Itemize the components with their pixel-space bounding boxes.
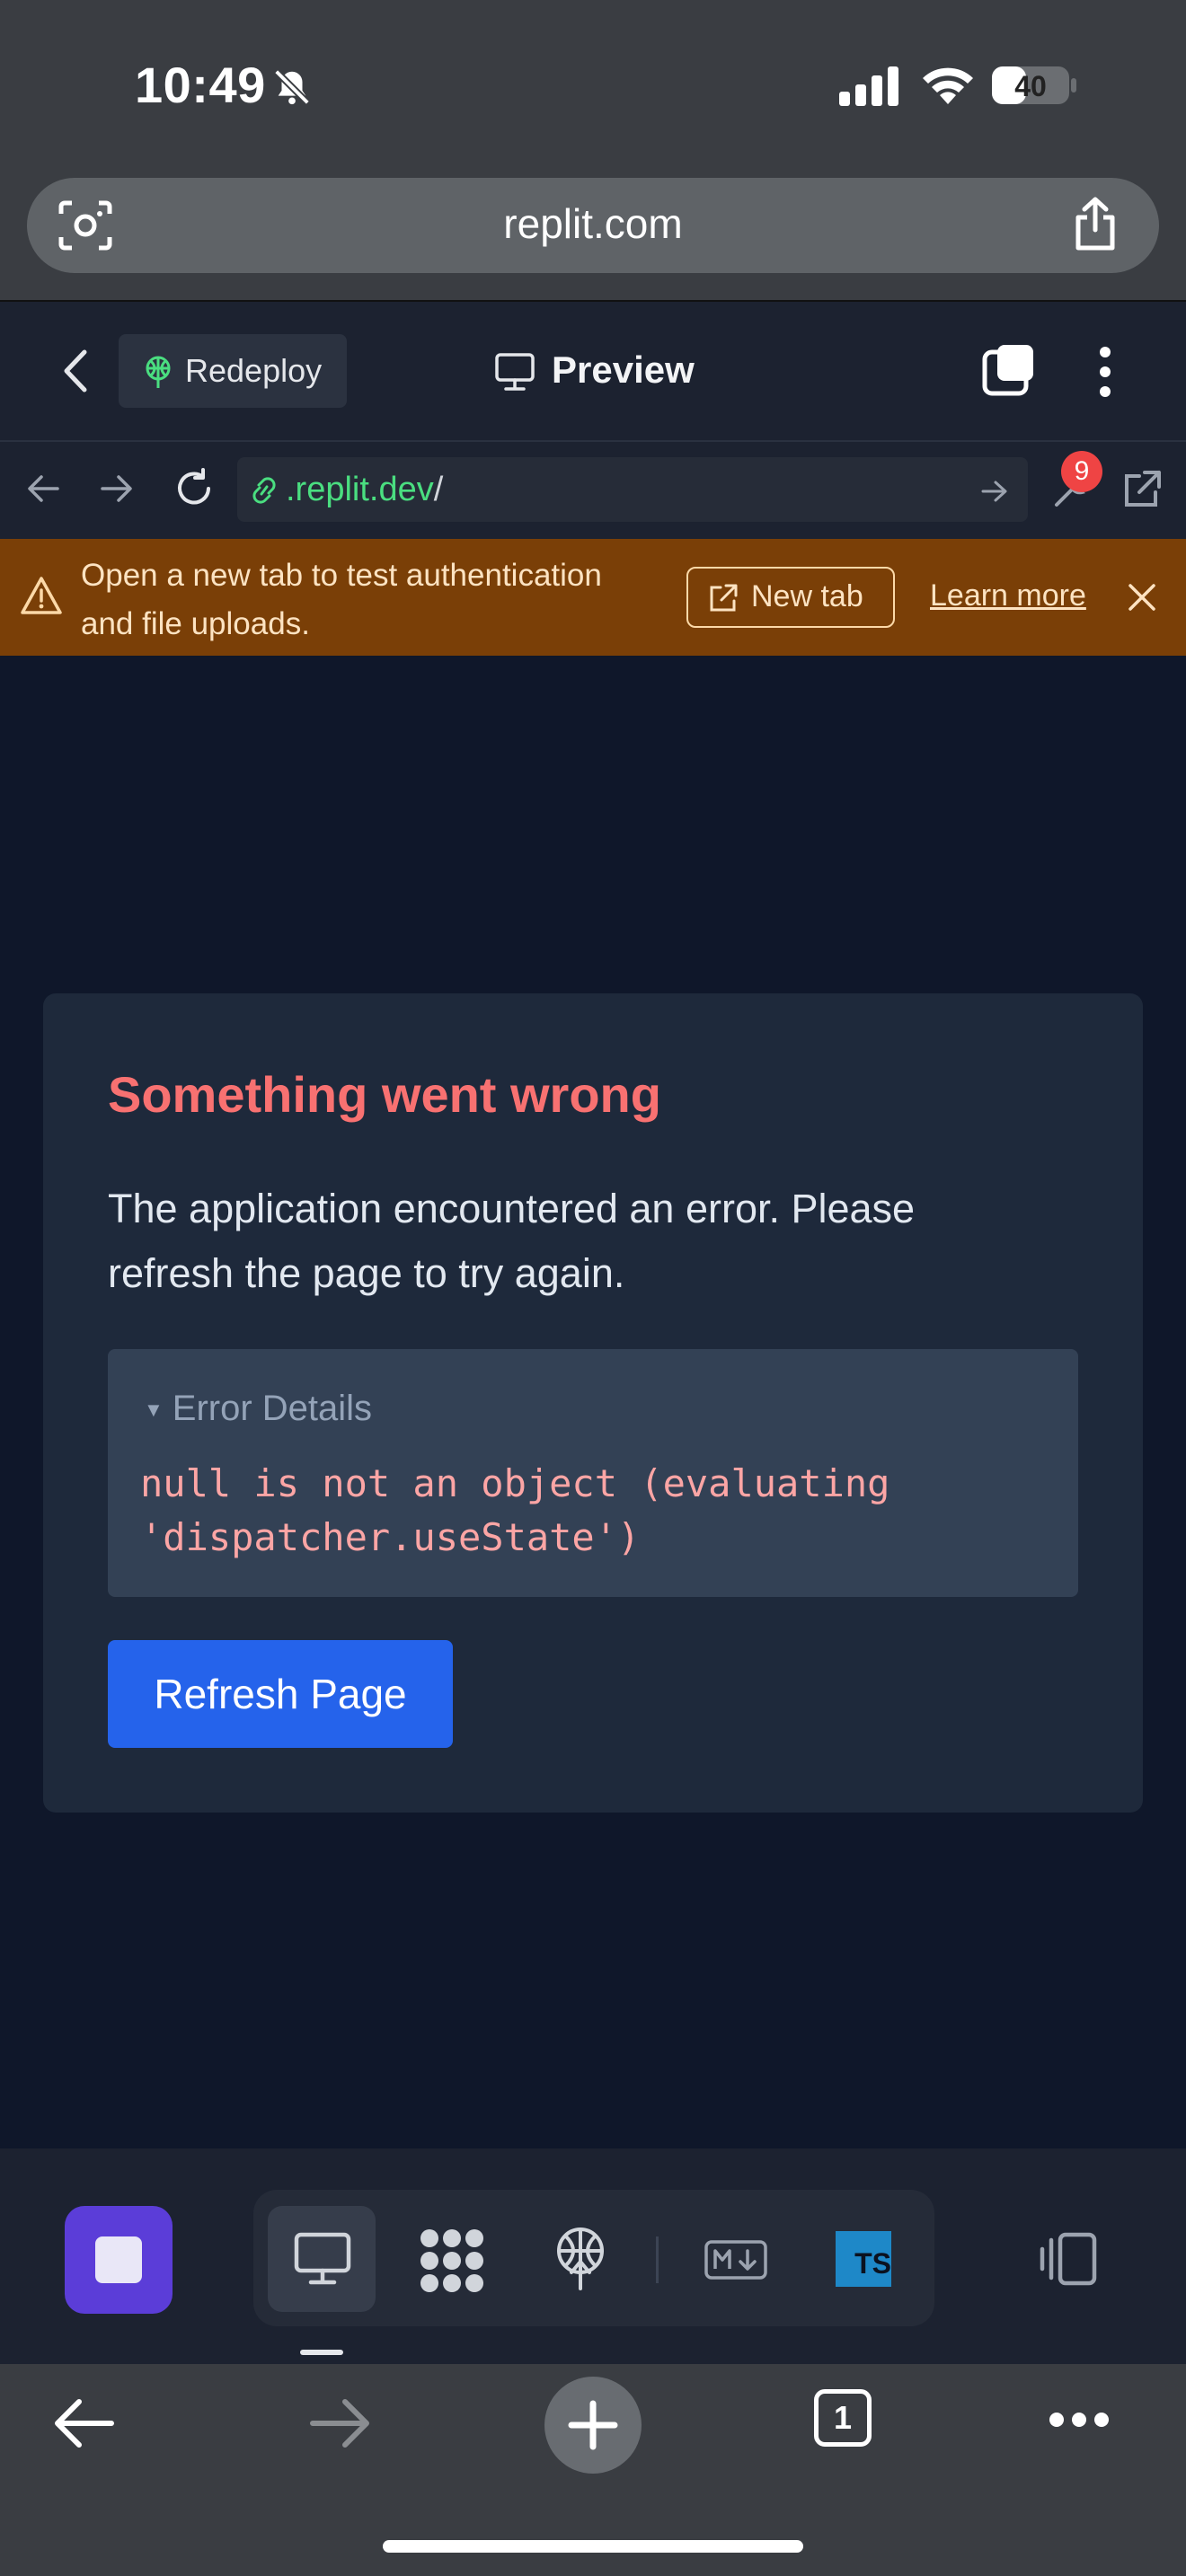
error-details-code: null is not an object (evaluating 'dispa… bbox=[140, 1461, 890, 1559]
tool-divider bbox=[656, 2236, 659, 2283]
devtools-badge: 9 bbox=[1061, 451, 1102, 492]
new-tab-label: New tab bbox=[751, 579, 863, 613]
home-indicator bbox=[383, 2540, 803, 2553]
preview-title: Preview bbox=[552, 348, 695, 391]
deployments-icon[interactable] bbox=[552, 2226, 609, 2292]
disclosure-triangle-icon: ▼ bbox=[144, 1398, 164, 1422]
address-text[interactable]: replit.com bbox=[0, 199, 1186, 248]
open-external-icon[interactable] bbox=[1121, 469, 1163, 510]
go-arrow-icon[interactable] bbox=[979, 478, 1010, 505]
refresh-page-button[interactable]: Refresh Page bbox=[108, 1640, 453, 1748]
battery-icon: 40 bbox=[992, 65, 1078, 106]
error-details-summary[interactable]: ▼ Error Details bbox=[144, 1389, 372, 1429]
external-link-icon bbox=[708, 583, 739, 613]
preview-url-text[interactable]: .replit.dev/ bbox=[286, 471, 443, 509]
nav-back-icon[interactable] bbox=[25, 472, 61, 505]
agent-grid-icon[interactable] bbox=[419, 2228, 485, 2294]
active-tool-indicator bbox=[300, 2350, 343, 2355]
redeploy-label: Redeploy bbox=[185, 352, 323, 389]
tabs-count-button[interactable]: 1 bbox=[814, 2389, 872, 2447]
nav-forward-icon[interactable] bbox=[99, 472, 135, 505]
plus-icon bbox=[566, 2398, 620, 2452]
stop-icon bbox=[95, 2236, 142, 2283]
url-domain: .replit.dev bbox=[286, 471, 434, 508]
markdown-icon[interactable] bbox=[704, 2240, 767, 2280]
wifi-icon bbox=[920, 63, 976, 106]
monitor-icon bbox=[494, 352, 535, 392]
warning-message: Open a new tab to test authentication an… bbox=[81, 558, 602, 641]
status-time: 10:49 bbox=[135, 57, 266, 113]
browser-back-icon[interactable] bbox=[52, 2396, 117, 2450]
close-banner-icon[interactable] bbox=[1127, 582, 1157, 613]
tabs-switcher-icon[interactable] bbox=[981, 341, 1039, 399]
learn-more-link[interactable]: Learn more bbox=[930, 578, 1086, 613]
preview-monitor-icon bbox=[293, 2231, 352, 2287]
cellular-signal-icon bbox=[839, 65, 900, 106]
back-chevron-icon[interactable] bbox=[59, 348, 92, 393]
url-path: / bbox=[433, 471, 444, 508]
warning-triangle-icon bbox=[20, 575, 63, 616]
error-title: Something went wrong bbox=[108, 1066, 661, 1123]
error-details-label: Error Details bbox=[172, 1389, 373, 1428]
share-icon[interactable] bbox=[1073, 196, 1118, 251]
layout-toggle-icon[interactable] bbox=[1033, 2231, 1100, 2287]
link-icon bbox=[246, 474, 282, 507]
more-horizontal-icon[interactable] bbox=[1048, 2411, 1111, 2429]
typescript-label: TS bbox=[854, 2247, 891, 2280]
silent-mode-icon bbox=[271, 66, 313, 108]
error-message: The application encountered an error. Pl… bbox=[108, 1186, 916, 1296]
reload-icon[interactable] bbox=[173, 467, 216, 510]
battery-level: 40 bbox=[1014, 70, 1047, 102]
browser-forward-icon[interactable] bbox=[307, 2396, 372, 2450]
deploy-icon bbox=[140, 354, 176, 390]
more-vertical-icon[interactable] bbox=[1096, 345, 1114, 399]
